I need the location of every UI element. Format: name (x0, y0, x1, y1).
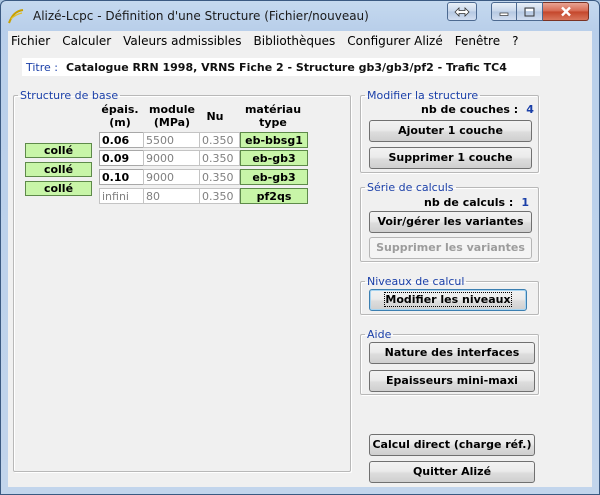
layer-1-nu[interactable]: 0.350 (199, 132, 240, 148)
restore-window-button[interactable] (447, 2, 477, 21)
menu-configurer-alize[interactable]: Configurer Alizé (341, 34, 448, 48)
header-epais: épais. (m) (98, 103, 142, 129)
remove-layer-button[interactable]: Supprimer 1 couche (369, 147, 532, 169)
layer-2-nu[interactable]: 0.350 (199, 150, 240, 166)
layer-1-materiau[interactable]: eb-bbsg1 (240, 132, 308, 148)
modify-levels-button[interactable]: Modifier les niveaux (369, 289, 527, 311)
menu-help[interactable]: ? (506, 34, 524, 48)
serie-legend: Série de calculs (367, 181, 454, 194)
direct-calc-button[interactable]: Calcul direct (charge réf.) (369, 434, 535, 456)
menu-calculer[interactable]: Calculer (56, 34, 117, 48)
layer-4-materiau[interactable]: pf2qs (240, 188, 308, 204)
layer-3-module[interactable]: 9000 (143, 169, 200, 185)
close-icon (560, 6, 571, 17)
calculs-count-value: 1 (521, 196, 529, 209)
calculs-count-label: nb de calculs : (424, 196, 514, 209)
structure-legend: Structure de base (20, 89, 119, 102)
layer-2-materiau[interactable]: eb-gb3 (240, 150, 308, 166)
layer-3-epais[interactable]: 0.10 (99, 169, 144, 185)
window-title: Alizé-Lcpc - Définition d'une Structure … (33, 9, 369, 23)
interface-1[interactable]: collé (25, 143, 92, 158)
main-panel: Titre : Catalogue RRN 1998, VRNS Fiche 2… (8, 51, 592, 487)
modifier-legend: Modifier la structure (367, 89, 479, 102)
delete-variants-button[interactable]: Supprimer les variantes (369, 237, 532, 259)
layer-2-module[interactable]: 9000 (143, 150, 200, 166)
app-window: Alizé-Lcpc - Définition d'une Structure … (0, 0, 600, 495)
header-nu: Nu (206, 110, 224, 123)
header-module-label: module (149, 103, 195, 116)
title-bar[interactable]: Alizé-Lcpc - Définition d'une Structure … (1, 1, 599, 31)
menu-bibliotheques[interactable]: Bibliothèques (248, 34, 342, 48)
niveaux-legend: Niveaux de calcul (367, 275, 465, 288)
add-layer-button[interactable]: Ajouter 1 couche (369, 120, 532, 142)
minimize-icon (499, 12, 509, 16)
double-arrow-icon (454, 6, 470, 17)
header-materiau-type: type (259, 116, 287, 129)
modify-levels-label: Modifier les niveaux (384, 292, 512, 307)
interface-2[interactable]: collé (25, 162, 92, 177)
titre-value: Catalogue RRN 1998, VRNS Fiche 2 - Struc… (66, 60, 507, 74)
layer-4-nu[interactable]: 0.350 (199, 188, 240, 204)
menu-valeurs-admissibles[interactable]: Valeurs admissibles (117, 34, 247, 48)
interfaces-help-button[interactable]: Nature des interfaces (369, 342, 535, 364)
quit-button[interactable]: Quitter Alizé (369, 461, 535, 483)
interface-3[interactable]: collé (25, 181, 92, 196)
titre-bar: Titre : Catalogue RRN 1998, VRNS Fiche 2… (22, 58, 540, 76)
layer-3-materiau[interactable]: eb-gb3 (240, 169, 308, 185)
menu-fichier[interactable]: Fichier (8, 34, 56, 48)
aide-legend: Aide (367, 328, 392, 341)
calculs-count-line: nb de calculs : 1 (424, 196, 529, 209)
layer-4-epais[interactable]: infini (99, 188, 144, 204)
close-button[interactable] (543, 2, 589, 21)
couches-count-value: 4 (526, 103, 534, 116)
couches-count-label: nb de couches : (421, 103, 519, 116)
view-variants-button[interactable]: Voir/gérer les variantes (369, 211, 532, 233)
minimize-button[interactable] (491, 2, 517, 21)
layer-1-module[interactable]: 5500 (143, 132, 200, 148)
thickness-help-button[interactable]: Epaisseurs mini-maxi (369, 370, 535, 392)
header-module: module (MPa) (144, 103, 200, 129)
menu-fenetre[interactable]: Fenêtre (449, 34, 506, 48)
header-epais-unit: (m) (109, 116, 131, 129)
titre-label: Titre : (26, 60, 59, 74)
header-materiau-label: matériau (244, 103, 302, 116)
layer-4-module[interactable]: 80 (143, 188, 200, 204)
header-materiau: matériau type (240, 103, 306, 129)
layer-3-nu[interactable]: 0.350 (199, 169, 240, 185)
header-module-unit: (MPa) (153, 116, 191, 129)
menu-bar: Fichier Calculer Valeurs admissibles Bib… (8, 31, 592, 51)
app-logo-icon (7, 7, 25, 25)
maximize-icon (524, 7, 535, 16)
header-epais-label: épais. (101, 103, 139, 116)
couches-count-line: nb de couches : 4 (421, 103, 534, 116)
layer-2-epais[interactable]: 0.09 (99, 150, 144, 166)
maximize-button[interactable] (517, 2, 543, 21)
layer-1-epais[interactable]: 0.06 (99, 132, 144, 148)
